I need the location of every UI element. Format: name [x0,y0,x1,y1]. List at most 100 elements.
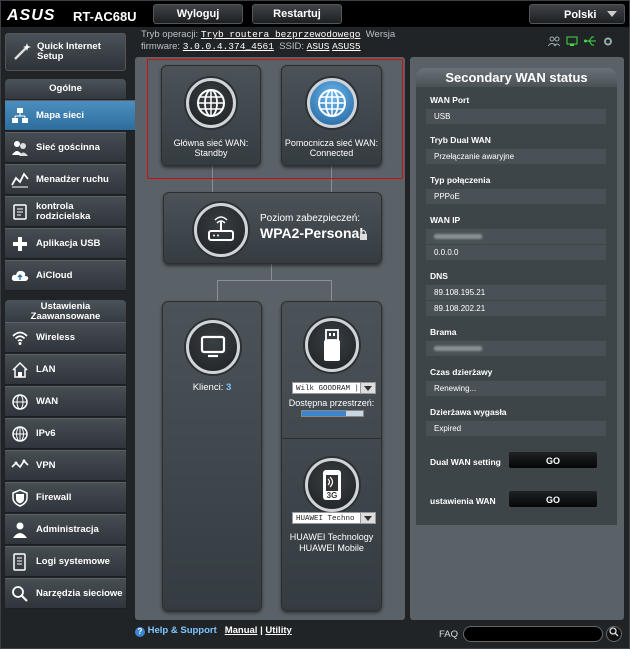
lock-icon [359,227,368,245]
firewall-icon [11,489,29,507]
wan-settings-go-button[interactable]: GO [508,490,598,508]
clients-label: Klienci: [192,382,224,393]
parental-control-icon [11,203,29,221]
sidebar-item-label: WAN [36,395,59,407]
modem-label-2: HUAWEI Mobile [299,543,364,553]
wan-field-value: Renewing... [426,381,606,396]
sidebar-item-label: AiCloud [36,269,73,281]
chevron-down-icon [360,383,375,393]
search-icon [609,627,619,637]
wan-field-value: USB [426,109,606,124]
wan-field-value [426,341,606,356]
divider [282,438,381,439]
router-icon [194,203,248,257]
wan-icon [11,393,29,411]
sidebar-item-guest-network[interactable]: Sieć gościnna [5,132,126,163]
sidebar-item-label: Narzędzia sieciowe [36,587,123,599]
sidebar-item-network-map[interactable]: Mapa sieci [5,100,143,131]
modem-3g-icon[interactable]: 3G [305,458,359,512]
settings-icon[interactable] [602,36,613,47]
connector-line [271,264,272,280]
utility-link[interactable]: Utility [265,625,291,636]
sidebar-item-label: Logi systemowe [36,555,110,567]
sidebar-item-aicloud[interactable]: AiCloud [5,260,126,291]
sidebar-item-wan[interactable]: WAN [5,386,126,417]
traffic-manager-icon [11,171,29,189]
system-log-icon [11,553,29,571]
dual-wan-go-button[interactable]: GO [508,451,598,469]
quick-setup-label: Quick Internet Setup [37,41,101,62]
modem-device-value: HUAWEI Techno [296,515,355,523]
model-name: RT-AC68U [73,9,137,24]
footer-separator: | [260,625,263,636]
sidebar-item-vpn[interactable]: VPN [5,450,126,481]
chevron-down-icon [360,513,375,523]
faq-label: FAQ [439,629,459,640]
wan-field-label: Czas dzierżawy [430,367,493,377]
network-status-icon[interactable] [566,36,578,47]
brand-logo: ASUS [7,7,56,24]
sidebar-item-ipv6[interactable]: IPv6 [5,418,126,449]
faq-search-input[interactable] [463,626,603,642]
firmware-label: firmware: [141,41,181,52]
sidebar-item-label: Aplikacja USB [36,237,101,249]
vpn-icon [11,457,29,475]
wan-field-label: WAN Port [430,95,470,105]
logout-button[interactable]: Wyloguj [153,4,243,24]
firmware-link[interactable]: 3.0.0.4.374_4561 [183,41,274,52]
security-value: WPA2-Personal [260,225,364,241]
ssid-label: SSID: [279,41,305,52]
language-select[interactable]: Polski [529,4,625,24]
sidebar-item-traffic-manager[interactable]: Menadżer ruchu [5,164,126,195]
clients-card[interactable]: Klienci: 3 [162,301,262,611]
sidebar-item-lan[interactable]: LAN [5,354,126,385]
wand-icon [12,42,32,62]
wan-field-value: 89.108.195.21 [426,285,606,300]
storage-label: Dostępna przestrzeń: [288,398,375,408]
usb-drive-icon[interactable] [305,318,359,372]
sidebar-item-admin[interactable]: Administracja [5,514,126,545]
usb-device-select[interactable]: Wilk GOODRAM | [292,382,376,394]
router-card[interactable]: Poziom zabezpieczeń: WPA2-Personal [163,192,382,264]
help-support-link[interactable]: Help & Support [148,625,217,636]
security-label: Poziom zabezpieczeń: [260,213,361,224]
clients-line: Klienci: 3 [163,382,261,393]
router-info: Tryb operacji: Tryb routera bezprzewodow… [141,29,395,53]
sidebar-item-system-log[interactable]: Logi systemowe [5,546,126,577]
wan-status-title: Secondary WAN status [416,68,617,87]
ssid-link-2[interactable]: ASUS5 [332,41,361,52]
usb-device-value: Wilk GOODRAM | [296,385,360,393]
mode-label: Tryb operacji: [141,29,199,40]
restart-button[interactable]: Restartuj [252,4,342,24]
network-map-icon [11,107,29,125]
manual-link[interactable]: Manual [225,625,258,636]
wan-field-value: Przełączanie awaryjne [426,149,606,164]
mode-link[interactable]: Tryb routera bezprzewodowego [201,29,361,40]
usb-status-icon[interactable] [584,36,596,47]
sidebar-item-usb-app[interactable]: Aplikacja USB [5,228,126,259]
modem-label-1: HUAWEI Technology [289,532,374,542]
advanced-section-header: Ustawienia Zaawansowane [5,300,126,324]
connector-line [217,280,218,302]
ssid-link-1[interactable]: ASUS [307,41,330,52]
wan-field-label: Dzierżawa wygasła [430,407,507,417]
users-icon[interactable] [547,36,561,47]
search-button[interactable] [606,626,622,642]
ipv6-icon [11,425,29,443]
usb-devices-card: Wilk GOODRAM | Dostępna przestrzeń: 3G H… [281,301,382,611]
clients-count[interactable]: 3 [226,382,231,393]
wan-field-label: DNS [430,271,448,281]
chevron-down-icon [607,11,617,17]
sidebar-item-wireless[interactable]: Wireless [5,322,126,353]
modem-device-select[interactable]: HUAWEI Techno [292,512,376,524]
wan-field-label: WAN IP [430,215,461,225]
wan-field-value [426,229,606,244]
wireless-icon [11,329,29,347]
sidebar-item-label: kontrola rodzicielska [36,200,91,222]
sidebar-item-firewall[interactable]: Firewall [5,482,126,513]
connector-line [217,280,332,281]
sidebar-item-network-tools[interactable]: Narzędzia sieciowe [5,578,126,609]
connector-line [331,280,332,302]
quick-internet-setup-button[interactable]: Quick Internet Setup [5,33,126,71]
sidebar-item-parental-control[interactable]: kontrola rodzicielska [5,196,126,227]
